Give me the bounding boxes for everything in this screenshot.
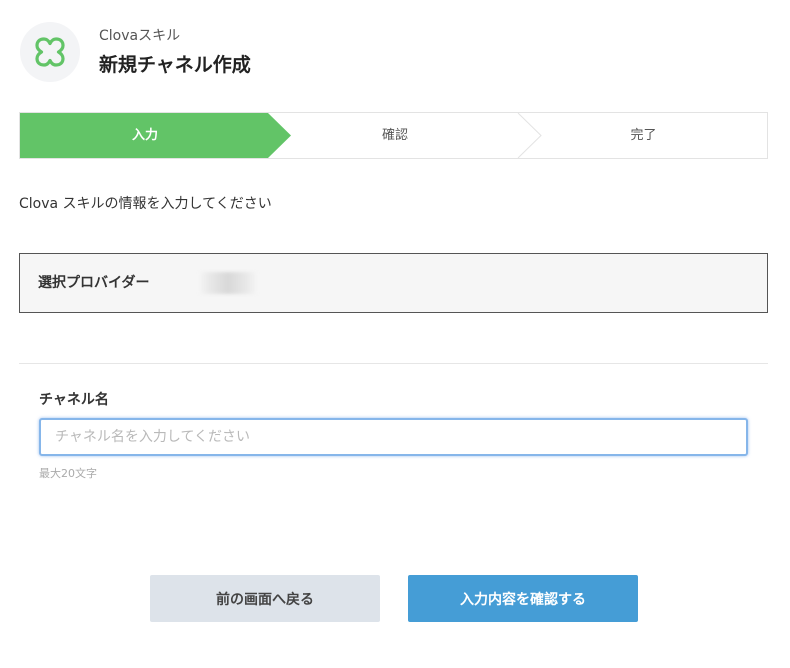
- channel-name-hint: 最大20文字: [39, 467, 97, 480]
- step-input: 入力: [131, 128, 158, 143]
- back-button[interactable]: 前の画面へ戻る: [150, 575, 380, 622]
- channel-name-input[interactable]: [39, 418, 748, 456]
- channel-name-label: チャネル名: [39, 392, 109, 408]
- clova-logo: [20, 22, 80, 82]
- confirm-button[interactable]: 入力内容を確認する: [408, 575, 638, 622]
- step-complete: 完了: [630, 128, 657, 143]
- page-header: Clovaスキル 新規チャネル作成: [20, 22, 251, 82]
- provider-section: 選択プロバイダー: [19, 253, 768, 313]
- section-divider: [19, 363, 768, 364]
- progress-steps: 入力 確認 完了: [19, 112, 768, 159]
- clova-clover-icon: [35, 37, 65, 67]
- provider-label: 選択プロバイダー: [38, 275, 150, 291]
- step-confirm: 確認: [381, 128, 408, 143]
- page-title: 新規チャネル作成: [99, 54, 251, 76]
- provider-value-redacted: [198, 272, 258, 294]
- app-name: Clovaスキル: [99, 28, 181, 44]
- instruction-text: Clova スキルの情報を入力してください: [19, 196, 272, 212]
